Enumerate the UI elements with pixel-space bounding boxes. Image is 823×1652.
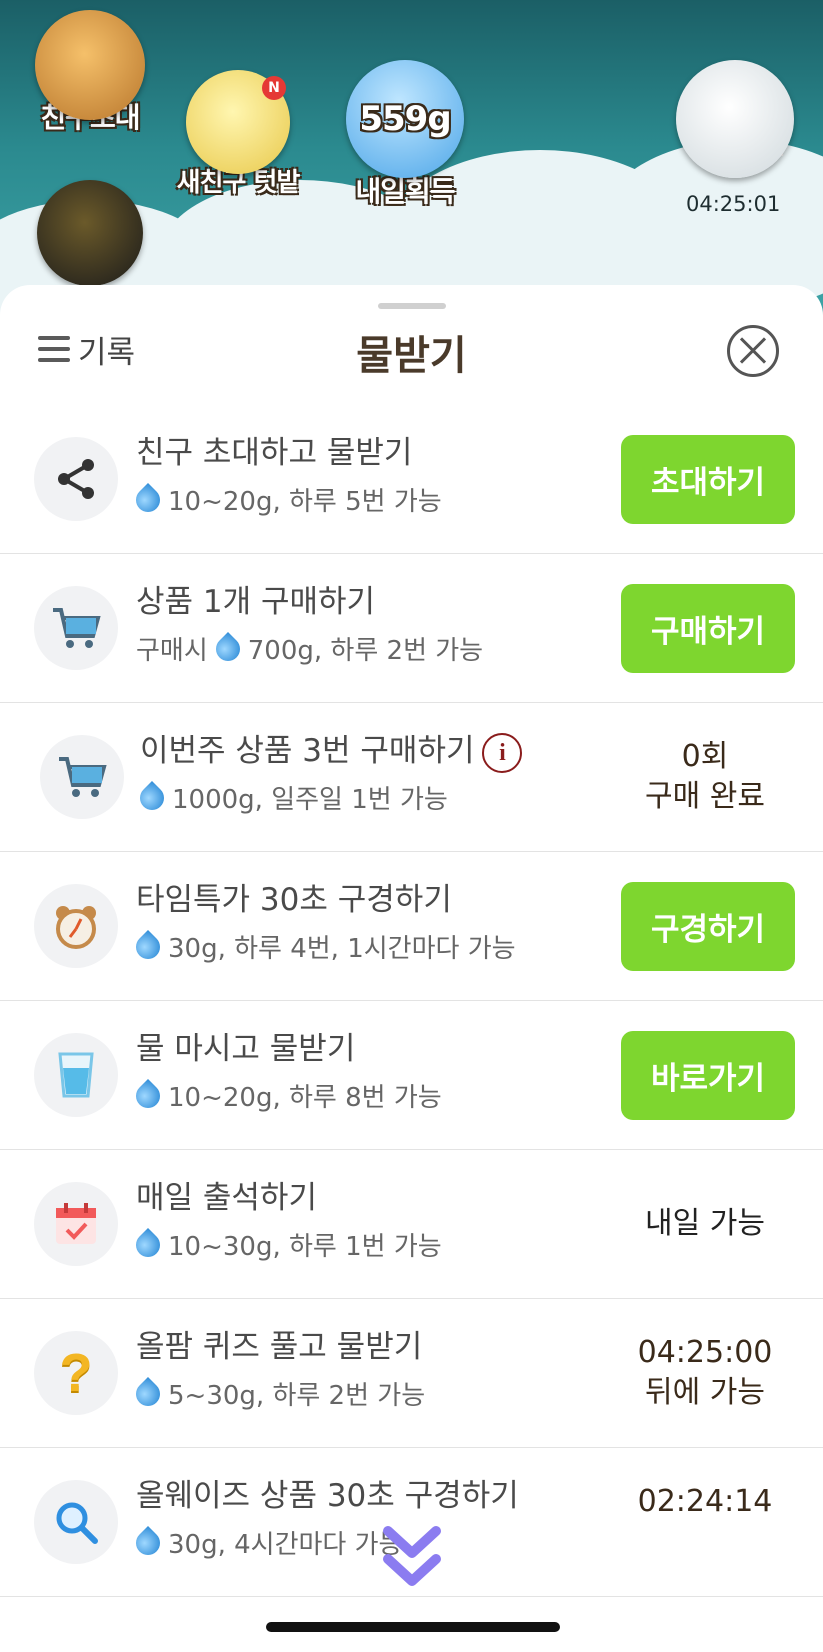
purchase-count: 0회 [681,739,729,774]
share-icon [34,437,118,521]
game-background: 친구초대 N 새친구 텃밭 559g 내일획득 퀴즈특가 04:25:01 [0,0,823,330]
water-drop-icon [131,482,165,517]
purchase-status: 0회 구매 완료 [600,737,810,817]
quiz-available-label: 뒤에 가능 [645,1375,765,1410]
quiz-deal-timer: 04:25:01 [686,192,781,216]
water-drop-icon [131,1078,165,1113]
cart-icon [40,735,124,819]
water-drop-icon [131,1525,165,1560]
go-button[interactable]: 바로가기 [621,1031,795,1120]
task-row-invite: 친구 초대하고 물받기 10~20g, 하루 5번 가능 초대하기 [0,405,823,554]
home-indicator[interactable] [266,1622,560,1632]
water-drop-icon [131,1376,165,1411]
task-row-drink-water: 물 마시고 물받기 10~20g, 하루 8번 가능 바로가기 [0,1001,823,1150]
task-row-attendance: 매일 출석하기 10~30g, 하루 1번 가능 내일 가능 [0,1150,823,1299]
water-glass-icon [34,1033,118,1117]
task-subtitle: 30g, 4시간마다 가능 [131,1524,403,1561]
scroll-down-chevron-icon[interactable] [382,1525,442,1595]
task-title: 친구 초대하고 물받기 [136,435,413,471]
task-subtitle: 5~30g, 하루 2번 가능 [131,1375,426,1412]
water-drop-icon [131,1227,165,1262]
jar-amount: 559g [359,99,451,139]
task-reward: 700g, 하루 2번 가능 [247,636,484,666]
new-badge: N [262,76,286,100]
task-reward: 1000g, 일주일 1번 가능 [172,785,448,815]
water-drop-icon [131,929,165,964]
invite-button[interactable]: 초대하기 [621,435,795,524]
info-icon[interactable]: i [482,732,523,773]
task-reward: 10~30g, 하루 1번 가능 [168,1232,442,1262]
task-row-quiz: ? 올팜 퀴즈 풀고 물받기 5~30g, 하루 2번 가능 04:25:00 … [0,1299,823,1448]
task-reward: 30g, 하루 4번, 1시간마다 가능 [168,934,516,964]
task-title: 올웨이즈 상품 30초 구경하기 [136,1478,519,1514]
task-row-time-deal: 타임특가 30초 구경하기 30g, 하루 4번, 1시간마다 가능 구경하기 [0,852,823,1001]
task-reward: 5~30g, 하루 2번 가능 [168,1381,426,1411]
task-title: 올팜 퀴즈 풀고 물받기 [136,1329,423,1365]
task-subtitle: 1000g, 일주일 1번 가능 [135,779,448,816]
task-title-wrap: 이번주 상품 3번 구매하기 i [140,725,523,773]
question-icon: ? [34,1331,118,1415]
cart-icon [34,586,118,670]
close-button[interactable] [727,325,779,377]
task-title: 매일 출석하기 [136,1180,317,1216]
browse-timer: 02:24:14 [637,1484,773,1519]
task-row-buy-one: 상품 1개 구매하기 구매시 700g, 하루 2번 가능 구매하기 [0,554,823,703]
tomorrow-water-jar[interactable]: 559g 내일획득 [330,60,480,210]
task-reward-prefix: 구매시 [136,636,208,666]
search-icon [34,1480,118,1564]
new-friend-garden-shortcut[interactable]: N 새친구 텃밭 [168,70,308,199]
task-reward: 10~20g, 하루 5번 가능 [168,487,442,517]
water-jar-icon: 559g [346,60,464,178]
task-row-buy-three: 이번주 상품 3번 구매하기 i 1000g, 일주일 1번 가능 0회 구매 완… [0,703,823,852]
task-subtitle: 30g, 하루 4번, 1시간마다 가능 [131,928,516,965]
task-title: 이번주 상품 3번 구매하기 [140,733,475,769]
task-reward: 10~20g, 하루 8번 가능 [168,1083,442,1113]
sprout-icon: N [186,70,290,174]
task-title: 물 마시고 물받기 [136,1031,356,1067]
quiz-deal-shortcut[interactable]: 퀴즈특가 [660,60,810,178]
purchase-status-label: 구매 완료 [645,779,765,814]
task-title: 타임특가 30초 구경하기 [136,882,452,918]
task-list: 친구 초대하고 물받기 10~20g, 하루 5번 가능 초대하기 상품 1개 … [0,405,823,1597]
alarm-clock-icon [34,884,118,968]
browse-button[interactable]: 구경하기 [621,882,795,971]
calendar-icon [34,1182,118,1266]
task-subtitle: 10~30g, 하루 1번 가능 [131,1226,442,1263]
star-badge-icon [37,180,143,286]
buy-button[interactable]: 구매하기 [621,584,795,673]
quiz-deal-icon [676,60,794,178]
quiz-timer: 04:25:00 [637,1335,773,1370]
water-drop-icon [135,780,169,815]
task-subtitle: 10~20g, 하루 8번 가능 [131,1077,442,1114]
treasure-chest-icon [35,10,145,120]
badge-shortcut[interactable] [30,180,150,286]
sheet-title: 물받기 [356,333,467,379]
quiz-status: 04:25:00 뒤에 가능 [600,1333,810,1413]
invite-friend-shortcut[interactable]: 친구초대 [20,10,160,136]
water-bottom-sheet: 기록 물받기 친구 초대하고 물받기 10~20g, 하루 5번 가능 초대하기… [0,285,823,1652]
task-reward: 30g, 4시간마다 가능 [168,1530,403,1560]
water-drop-icon [210,631,245,666]
task-title: 상품 1개 구매하기 [136,584,376,620]
attendance-status: 내일 가능 [645,1206,765,1241]
task-subtitle: 10~20g, 하루 5번 가능 [131,481,442,518]
sheet-drag-handle[interactable] [378,303,446,309]
task-subtitle: 구매시 700g, 하루 2번 가능 [136,630,483,667]
